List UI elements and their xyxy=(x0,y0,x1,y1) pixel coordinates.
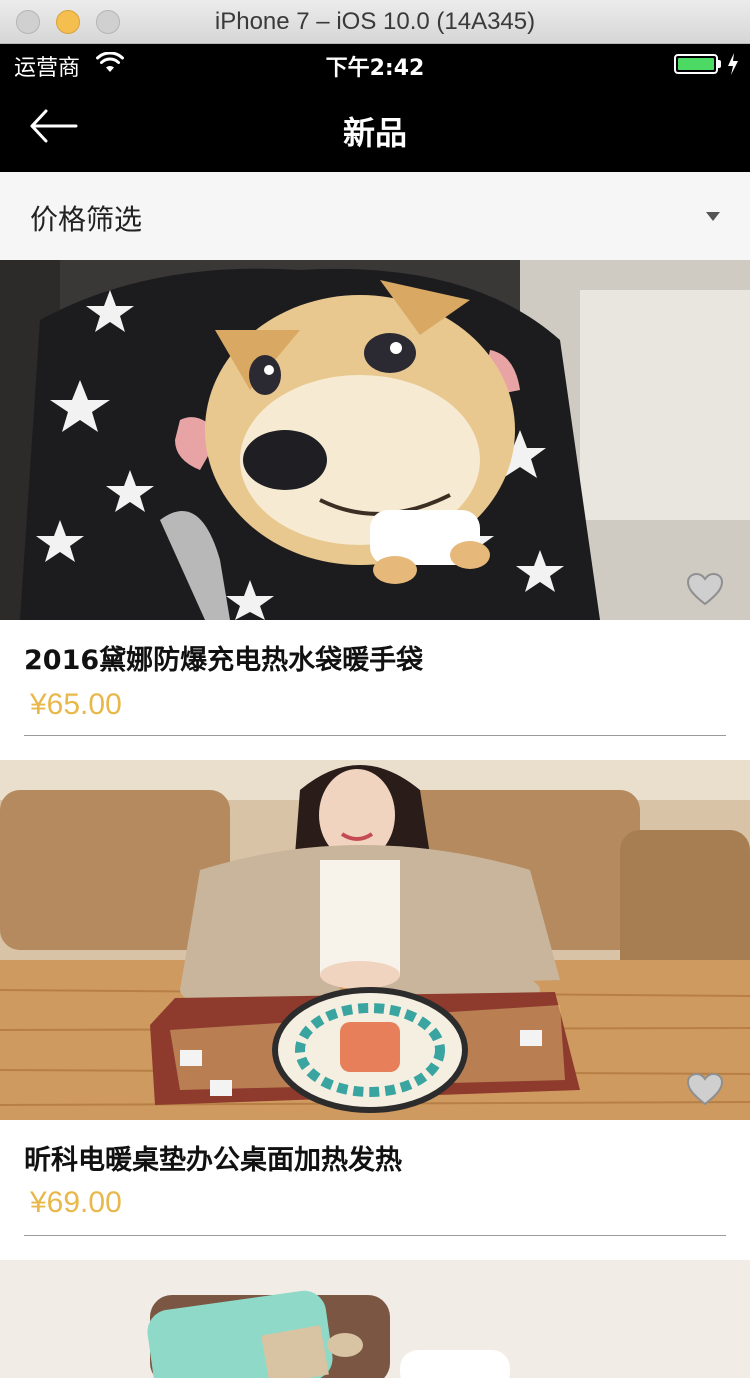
product-price: ¥69.00 xyxy=(30,1186,122,1219)
status-bar: 运营商 下午2:42 xyxy=(0,44,750,84)
divider xyxy=(24,1235,726,1236)
product-card[interactable]: 2016黛娜防爆充电热水袋暖手袋 ¥65.00 xyxy=(0,260,750,760)
page-title: 新品 xyxy=(342,114,407,152)
window-title: iPhone 7 – iOS 10.0 (14A345) xyxy=(214,8,536,35)
simulator-titlebar: iPhone 7 – iOS 10.0 (14A345) xyxy=(0,0,750,44)
battery-icon xyxy=(674,54,718,74)
navigation-bar: 新品 xyxy=(0,84,750,172)
heart-icon[interactable] xyxy=(686,1072,724,1106)
chevron-down-icon xyxy=(706,212,720,221)
battery-level-fill xyxy=(678,58,714,70)
product-image[interactable] xyxy=(0,760,750,1120)
price-filter-dropdown[interactable]: 价格筛选 xyxy=(0,172,750,260)
product-card[interactable] xyxy=(0,1260,750,1378)
product-name[interactable]: 昕科电暖桌垫办公桌面加热发热 xyxy=(24,1138,402,1177)
status-time: 下午2:42 xyxy=(325,56,425,81)
product-card[interactable]: 昕科电暖桌垫办公桌面加热发热 ¥69.00 xyxy=(0,760,750,1260)
price-filter-label: 价格筛选 xyxy=(30,203,143,236)
doge-pillow-photo xyxy=(0,260,750,620)
woman-desk-mat-photo xyxy=(0,760,750,1120)
charging-bolt-icon xyxy=(728,53,738,75)
product-name[interactable]: 2016黛娜防爆充电热水袋暖手袋 xyxy=(24,638,423,677)
heart-icon[interactable] xyxy=(686,572,724,606)
battery-cap xyxy=(718,60,721,68)
product-price: ¥65.00 xyxy=(30,688,122,721)
divider xyxy=(24,735,726,736)
phone-cases-photo xyxy=(0,1260,750,1378)
product-image[interactable] xyxy=(0,260,750,620)
product-image[interactable] xyxy=(0,1260,750,1378)
